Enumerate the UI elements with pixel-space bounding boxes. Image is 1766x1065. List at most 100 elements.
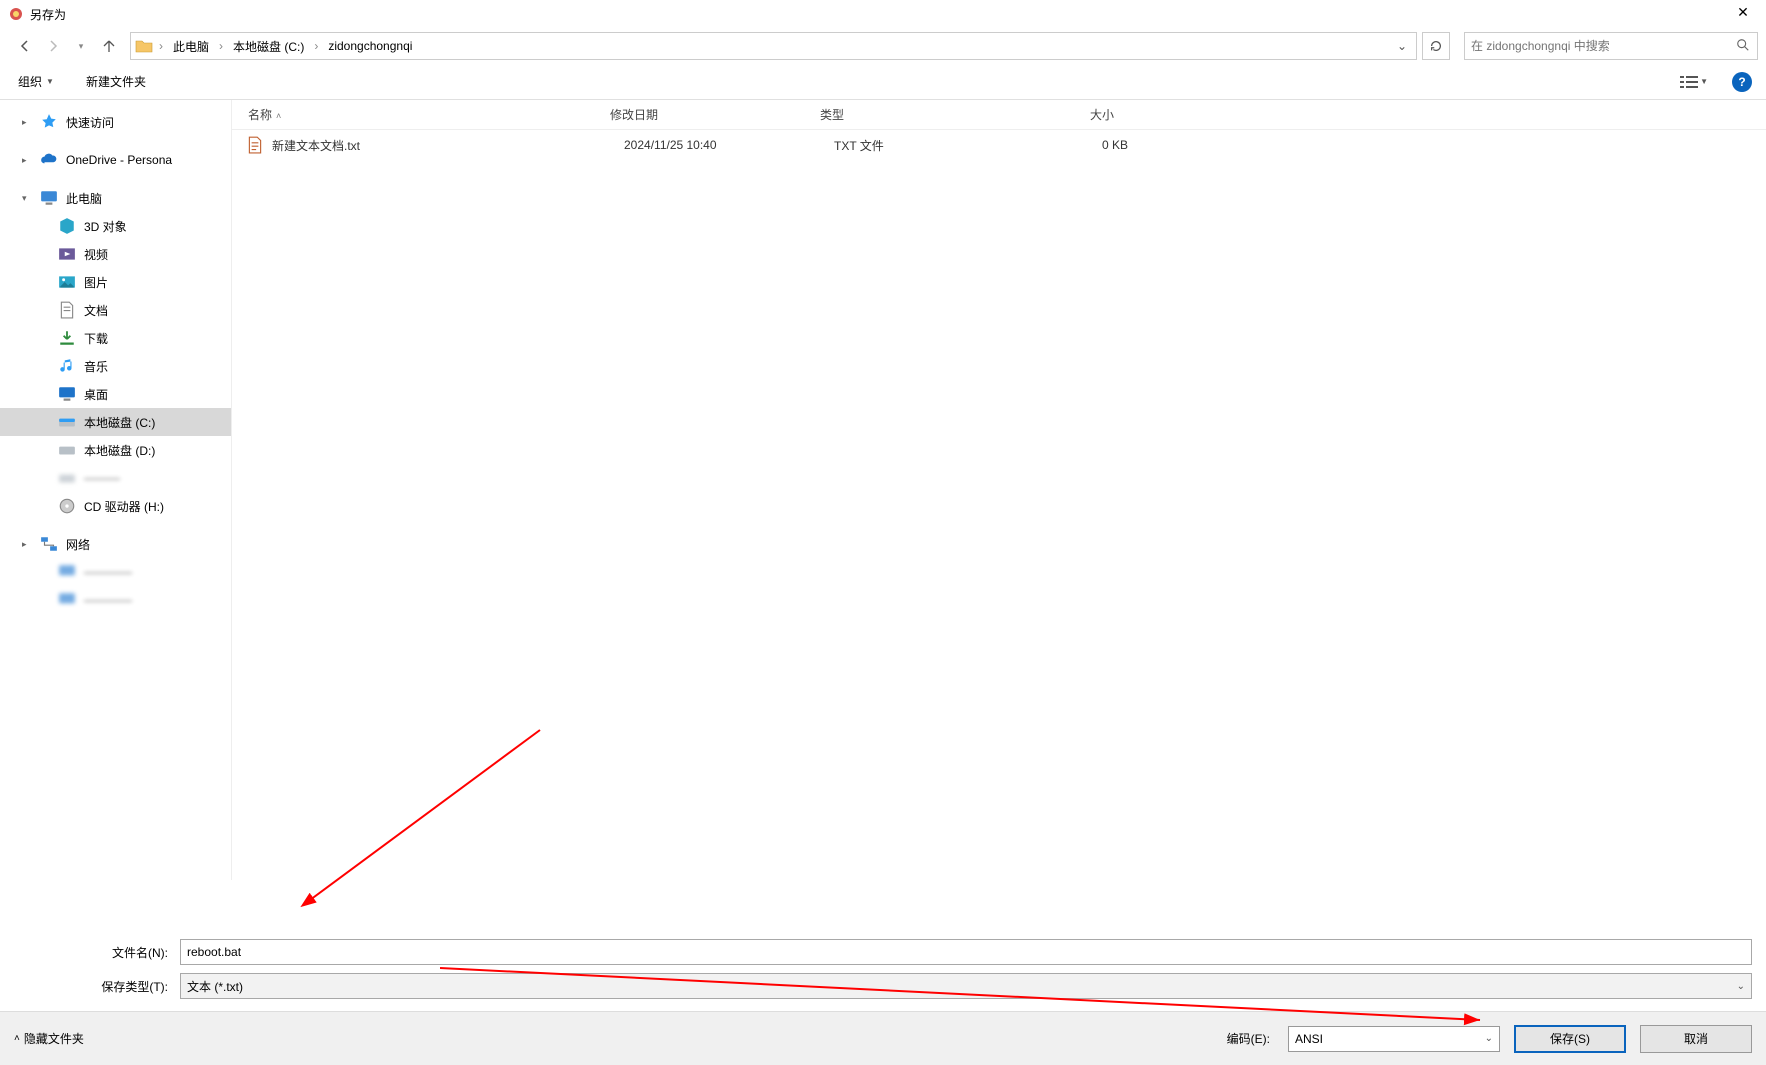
hide-folders-button[interactable]: ˄ 隐藏文件夹 [14,1030,84,1047]
chevron-down-icon: ⌄ [1485,1033,1493,1044]
file-list[interactable]: 名称˄ 修改日期 类型 大小 新建文本文档.txt 2024/11/25 10:… [232,100,1766,880]
sidebar-label: 视频 [84,246,108,263]
search-input[interactable] [1471,39,1735,53]
hide-folders-label: 隐藏文件夹 [24,1030,84,1047]
col-size[interactable]: 大小 [992,106,1122,123]
bottom-panel: 文件名(N): 保存类型(T): 文本 (*.txt) ⌄ ˄ 隐藏文件夹 编码… [0,925,1766,1065]
pc-icon [58,563,76,581]
file-list-header: 名称˄ 修改日期 类型 大小 [232,100,1766,130]
cancel-button[interactable]: 取消 [1640,1025,1752,1053]
filetype-value: 文本 (*.txt) [187,978,243,995]
sidebar-label: 此电脑 [66,190,102,207]
sidebar-item-drive-d[interactable]: 本地磁盘 (D:) [0,436,231,464]
sidebar-item-documents[interactable]: 文档 [0,296,231,324]
music-icon [58,357,76,375]
sidebar-label: 音乐 [84,358,108,375]
file-row[interactable]: 新建文本文档.txt 2024/11/25 10:40 TXT 文件 0 KB [232,130,1766,160]
search-icon[interactable] [1735,38,1751,55]
download-icon [58,329,76,347]
sidebar-item-quick-access[interactable]: ▸快速访问 [0,108,231,136]
footer: ˄ 隐藏文件夹 编码(E): ANSI ⌄ 保存(S) 取消 [0,1011,1766,1065]
sidebar-item-cddrive[interactable]: CD 驱动器 (H:) [0,492,231,520]
address-bar[interactable]: › 此电脑 › 本地磁盘 (C:) › zidongchongnqi ⌄ [130,32,1417,60]
sidebar-item-downloads[interactable]: 下载 [0,324,231,352]
document-icon [58,301,76,319]
back-button[interactable] [14,35,36,57]
sidebar-label: 文档 [84,302,108,319]
chevron-right-icon[interactable]: › [312,39,320,53]
view-options-button[interactable]: ▼ [1680,75,1708,89]
chevron-right-icon[interactable]: › [157,39,165,53]
sidebar-item-pictures[interactable]: 图片 [0,268,231,296]
file-type: TXT 文件 [826,137,1006,154]
network-icon [40,535,58,553]
disk-icon [58,413,76,431]
new-folder-button[interactable]: 新建文件夹 [82,70,150,94]
cloud-icon [40,151,58,169]
sidebar-item-drive-c[interactable]: 本地磁盘 (C:) [0,408,231,436]
pc-icon [40,189,58,207]
filename-input[interactable] [180,939,1752,965]
pc-icon [58,591,76,609]
sidebar-item-videos[interactable]: 视频 [0,240,231,268]
title-bar: 另存为 ✕ [0,0,1766,28]
search-box[interactable] [1464,32,1758,60]
up-button[interactable] [98,35,120,57]
sidebar-label: 桌面 [84,386,108,403]
chevron-right-icon[interactable]: › [217,39,225,53]
chevron-down-icon: ▼ [46,77,54,86]
picture-icon [58,273,76,291]
col-date[interactable]: 修改日期 [602,106,812,123]
sidebar-label: 本地磁盘 (D:) [84,442,155,459]
sidebar-label: OneDrive - Persona [66,153,172,167]
sidebar-item-onedrive[interactable]: ▸OneDrive - Persona [0,146,231,174]
sidebar-item-thispc[interactable]: ▾此电脑 [0,184,231,212]
breadcrumb-folder[interactable]: zidongchongnqi [324,34,416,58]
col-type[interactable]: 类型 [812,106,992,123]
breadcrumb-thispc[interactable]: 此电脑 [169,34,213,58]
file-date: 2024/11/25 10:40 [616,138,826,152]
encoding-select[interactable]: ANSI ⌄ [1288,1026,1500,1052]
forward-button[interactable] [42,35,64,57]
filetype-select[interactable]: 文本 (*.txt) ⌄ [180,973,1752,999]
recent-dropdown-icon[interactable]: ▾ [70,35,92,57]
main-area: ▸快速访问 ▸OneDrive - Persona ▾此电脑 3D 对象 视频 … [0,100,1766,880]
cube-icon [58,217,76,235]
new-folder-label: 新建文件夹 [86,73,146,90]
star-icon [40,113,58,131]
organize-button[interactable]: 组织 ▼ [14,70,58,94]
disc-icon [58,497,76,515]
sidebar-item-blurred[interactable]: ———— [0,558,231,586]
col-name[interactable]: 名称˄ [232,106,602,123]
nav-row: ▾ › 此电脑 › 本地磁盘 (C:) › zidongchongnqi ⌄ [0,28,1766,64]
chevron-down-icon: ⌄ [1737,981,1745,992]
breadcrumb-drive[interactable]: 本地磁盘 (C:) [229,34,308,58]
chevron-up-icon: ˄ [14,1033,20,1044]
disk-icon [58,469,76,487]
encoding-value: ANSI [1295,1032,1323,1046]
sidebar-label: 网络 [66,536,90,553]
close-icon[interactable]: ✕ [1728,4,1758,24]
toolbar: 组织 ▼ 新建文件夹 ▼ ? [0,64,1766,100]
filetype-label: 保存类型(T): [14,978,174,995]
sidebar-item-desktop[interactable]: 桌面 [0,380,231,408]
sidebar-label: 3D 对象 [84,218,127,235]
sidebar-item-network[interactable]: ▸网络 [0,530,231,558]
text-file-icon [246,136,264,154]
sidebar-item-3dobjects[interactable]: 3D 对象 [0,212,231,240]
organize-label: 组织 [18,73,42,90]
sidebar-item-blurred[interactable]: ———— [0,586,231,614]
help-button[interactable]: ? [1732,72,1752,92]
desktop-icon [58,385,76,403]
filename-label: 文件名(N): [14,944,174,961]
refresh-button[interactable] [1422,32,1450,60]
save-button[interactable]: 保存(S) [1514,1025,1626,1053]
folder-icon [135,37,153,55]
address-dropdown-icon[interactable]: ⌄ [1392,39,1412,53]
sidebar-item-blurred[interactable]: ——— [0,464,231,492]
sidebar-item-music[interactable]: 音乐 [0,352,231,380]
app-icon [8,6,24,22]
sidebar-label: 快速访问 [66,114,114,131]
sidebar-label: CD 驱动器 (H:) [84,498,164,515]
sort-icon: ˄ [276,111,281,121]
